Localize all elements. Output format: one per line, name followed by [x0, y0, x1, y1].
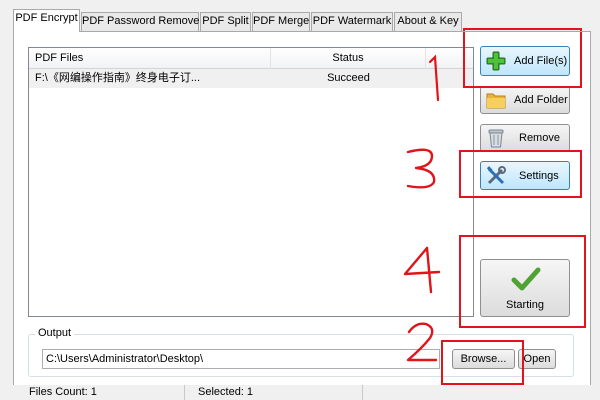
file-list-row[interactable]: F:\《网编操作指南》终身电子订... Succeed	[29, 69, 473, 88]
output-path-field[interactable]	[42, 349, 440, 369]
tab-pdf-encrypt[interactable]: PDF Encrypt	[13, 9, 80, 32]
annotation-box-4	[459, 235, 586, 328]
annotation-number-4	[403, 246, 441, 294]
tab-about-key[interactable]: About & Key	[394, 12, 462, 31]
annotation-number-2	[406, 322, 438, 362]
annotation-number-1	[428, 54, 440, 102]
tab-pdf-merge[interactable]: PDF Merge	[252, 12, 310, 31]
file-list-header: PDF Files Status	[29, 48, 473, 69]
add-folder-button[interactable]: Add Folder	[480, 86, 570, 114]
annotation-box-1	[463, 28, 582, 88]
add-folder-label: Add Folder	[514, 94, 568, 106]
file-status-cell: Succeed	[327, 72, 370, 84]
annotation-number-3	[406, 148, 436, 189]
files-count-text: Files Count: 1	[29, 386, 97, 398]
tab-pdf-password-remover[interactable]: PDF Password Remover	[81, 12, 203, 31]
status-bar: Files Count: 1 Selected: 1	[0, 385, 600, 400]
column-header-pdf-files[interactable]: PDF Files	[29, 48, 271, 69]
folder-icon	[486, 93, 506, 109]
selected-count-text: Selected: 1	[198, 386, 254, 398]
file-name-cell: F:\《网编操作指南》终身电子订...	[35, 72, 200, 84]
tab-pdf-watermark[interactable]: PDF Watermark	[311, 12, 393, 31]
annotation-box-3	[459, 150, 582, 198]
tab-pdf-split[interactable]: PDF Split	[200, 12, 251, 31]
open-label: Open	[523, 353, 551, 365]
status-separator	[184, 385, 185, 400]
recycle-bin-icon	[488, 129, 504, 148]
remove-button[interactable]: Remove	[480, 124, 570, 152]
tab-bar: PDF Encrypt PDF Password Remover PDF Spl…	[0, 0, 600, 32]
output-group-title: Output	[35, 327, 75, 339]
annotation-box-2	[441, 340, 524, 385]
remove-label: Remove	[519, 132, 560, 144]
tab-divider	[13, 31, 591, 32]
status-separator	[362, 385, 363, 400]
column-header-status[interactable]: Status	[271, 48, 426, 69]
